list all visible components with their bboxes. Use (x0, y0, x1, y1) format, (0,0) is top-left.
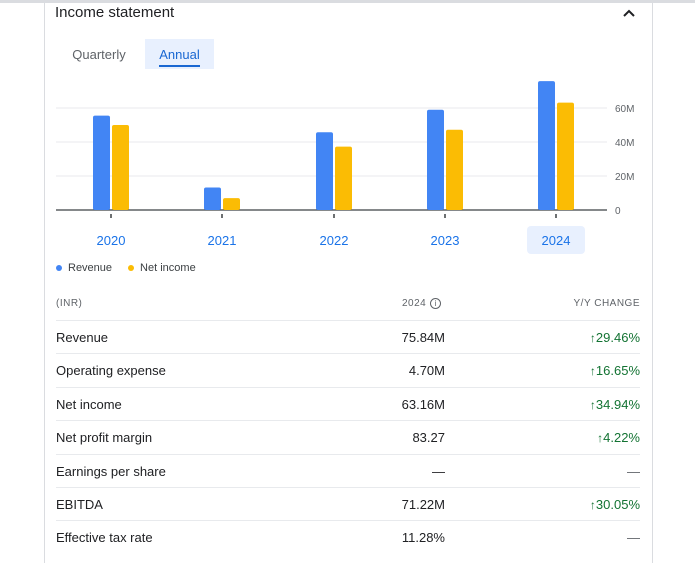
col-header-year-label: 2024 (402, 298, 427, 310)
legend-revenue-label: Revenue (68, 262, 113, 274)
row-change: — (627, 464, 640, 479)
chart-legend: Revenue Net income (56, 262, 196, 274)
revenue-bar-2020[interactable] (93, 115, 110, 210)
y-tick-label: 0 (615, 206, 621, 217)
revenue-bar-2024[interactable] (538, 81, 555, 211)
year-tab-2021[interactable]: 2021 (193, 226, 251, 254)
net-income-dot-icon (128, 265, 135, 272)
net-income-bar-2021[interactable] (223, 198, 240, 210)
row-change: ↑16.65% (590, 363, 640, 378)
year-tab-2024[interactable]: 2024 (527, 226, 585, 254)
legend-net-income: Net income (128, 262, 196, 274)
table-row: Effective tax rate 11.28% — (56, 520, 640, 554)
row-label: EBITDA (56, 497, 103, 512)
row-change-value: 30.05% (595, 497, 640, 512)
row-label: Net profit margin (56, 430, 153, 446)
row-label: Net income (56, 396, 122, 412)
row-change-value: — (627, 530, 640, 546)
table-row: Revenue 75.84M ↑29.46% (56, 320, 640, 354)
row-value: — (432, 463, 445, 479)
row-label: Effective tax rate (56, 530, 153, 546)
y-tick-label: 40M (615, 138, 634, 149)
col-header-year: 2024 i (402, 298, 442, 310)
net-income-bar-2023[interactable] (446, 129, 463, 210)
row-change: ↑34.94% (590, 397, 640, 412)
year-tab-2022[interactable]: 2022 (305, 226, 363, 254)
row-label: Earnings per share (56, 463, 166, 479)
row-change: ↑30.05% (590, 497, 640, 512)
col-header-currency: (INR) (56, 298, 83, 309)
legend-net-income-label: Net income (140, 262, 196, 274)
col-header-change: Y/Y CHANGE (573, 298, 640, 309)
table-row: Net profit margin 83.27 ↑4.22% (56, 420, 640, 454)
table-row: Operating expense 4.70M ↑16.65% (56, 353, 640, 387)
row-change-value: 29.46% (595, 330, 640, 345)
row-label: Operating expense (56, 363, 166, 379)
year-tab-2023[interactable]: 2023 (416, 226, 474, 254)
row-value: 4.70M (408, 363, 445, 379)
row-change: ↑29.46% (590, 330, 640, 345)
row-change-value: 34.94% (595, 396, 640, 412)
net-income-bar-2024[interactable] (557, 102, 574, 210)
net-income-bar-2020[interactable] (112, 125, 129, 210)
revenue-bar-2023[interactable] (427, 109, 444, 210)
row-change-value: — (627, 463, 640, 479)
income-bar-chart: 0 20M 40M 60M (56, 81, 634, 218)
row-value: 83.27 (412, 430, 445, 446)
revenue-bar-2021[interactable] (204, 187, 221, 210)
row-value: 75.84M (401, 330, 445, 345)
revenue-bar-2022[interactable] (316, 132, 333, 210)
row-change-value: 16.65% (595, 363, 640, 379)
row-change: ↑4.22% (597, 430, 640, 445)
info-icon[interactable]: i (430, 298, 442, 309)
table-row: EBITDA 71.22M ↑30.05% (56, 487, 640, 521)
row-label: Revenue (56, 330, 109, 345)
y-tick-label: 60M (615, 104, 634, 115)
year-tab-2020[interactable]: 2020 (82, 226, 140, 254)
row-change: — (627, 530, 640, 545)
table-row: Net income 63.16M ↑34.94% (56, 386, 640, 421)
row-value: 11.28% (401, 530, 445, 546)
row-value: 63.16M (401, 396, 445, 412)
revenue-dot-icon (56, 265, 62, 272)
table-row: Earnings per share — — (56, 453, 640, 488)
row-value: 71.22M (401, 497, 445, 512)
row-change-value: 4.22% (603, 430, 640, 446)
net-income-bar-2022[interactable] (335, 146, 352, 210)
legend-revenue: Revenue (56, 262, 112, 274)
y-tick-label: 20M (615, 172, 634, 183)
